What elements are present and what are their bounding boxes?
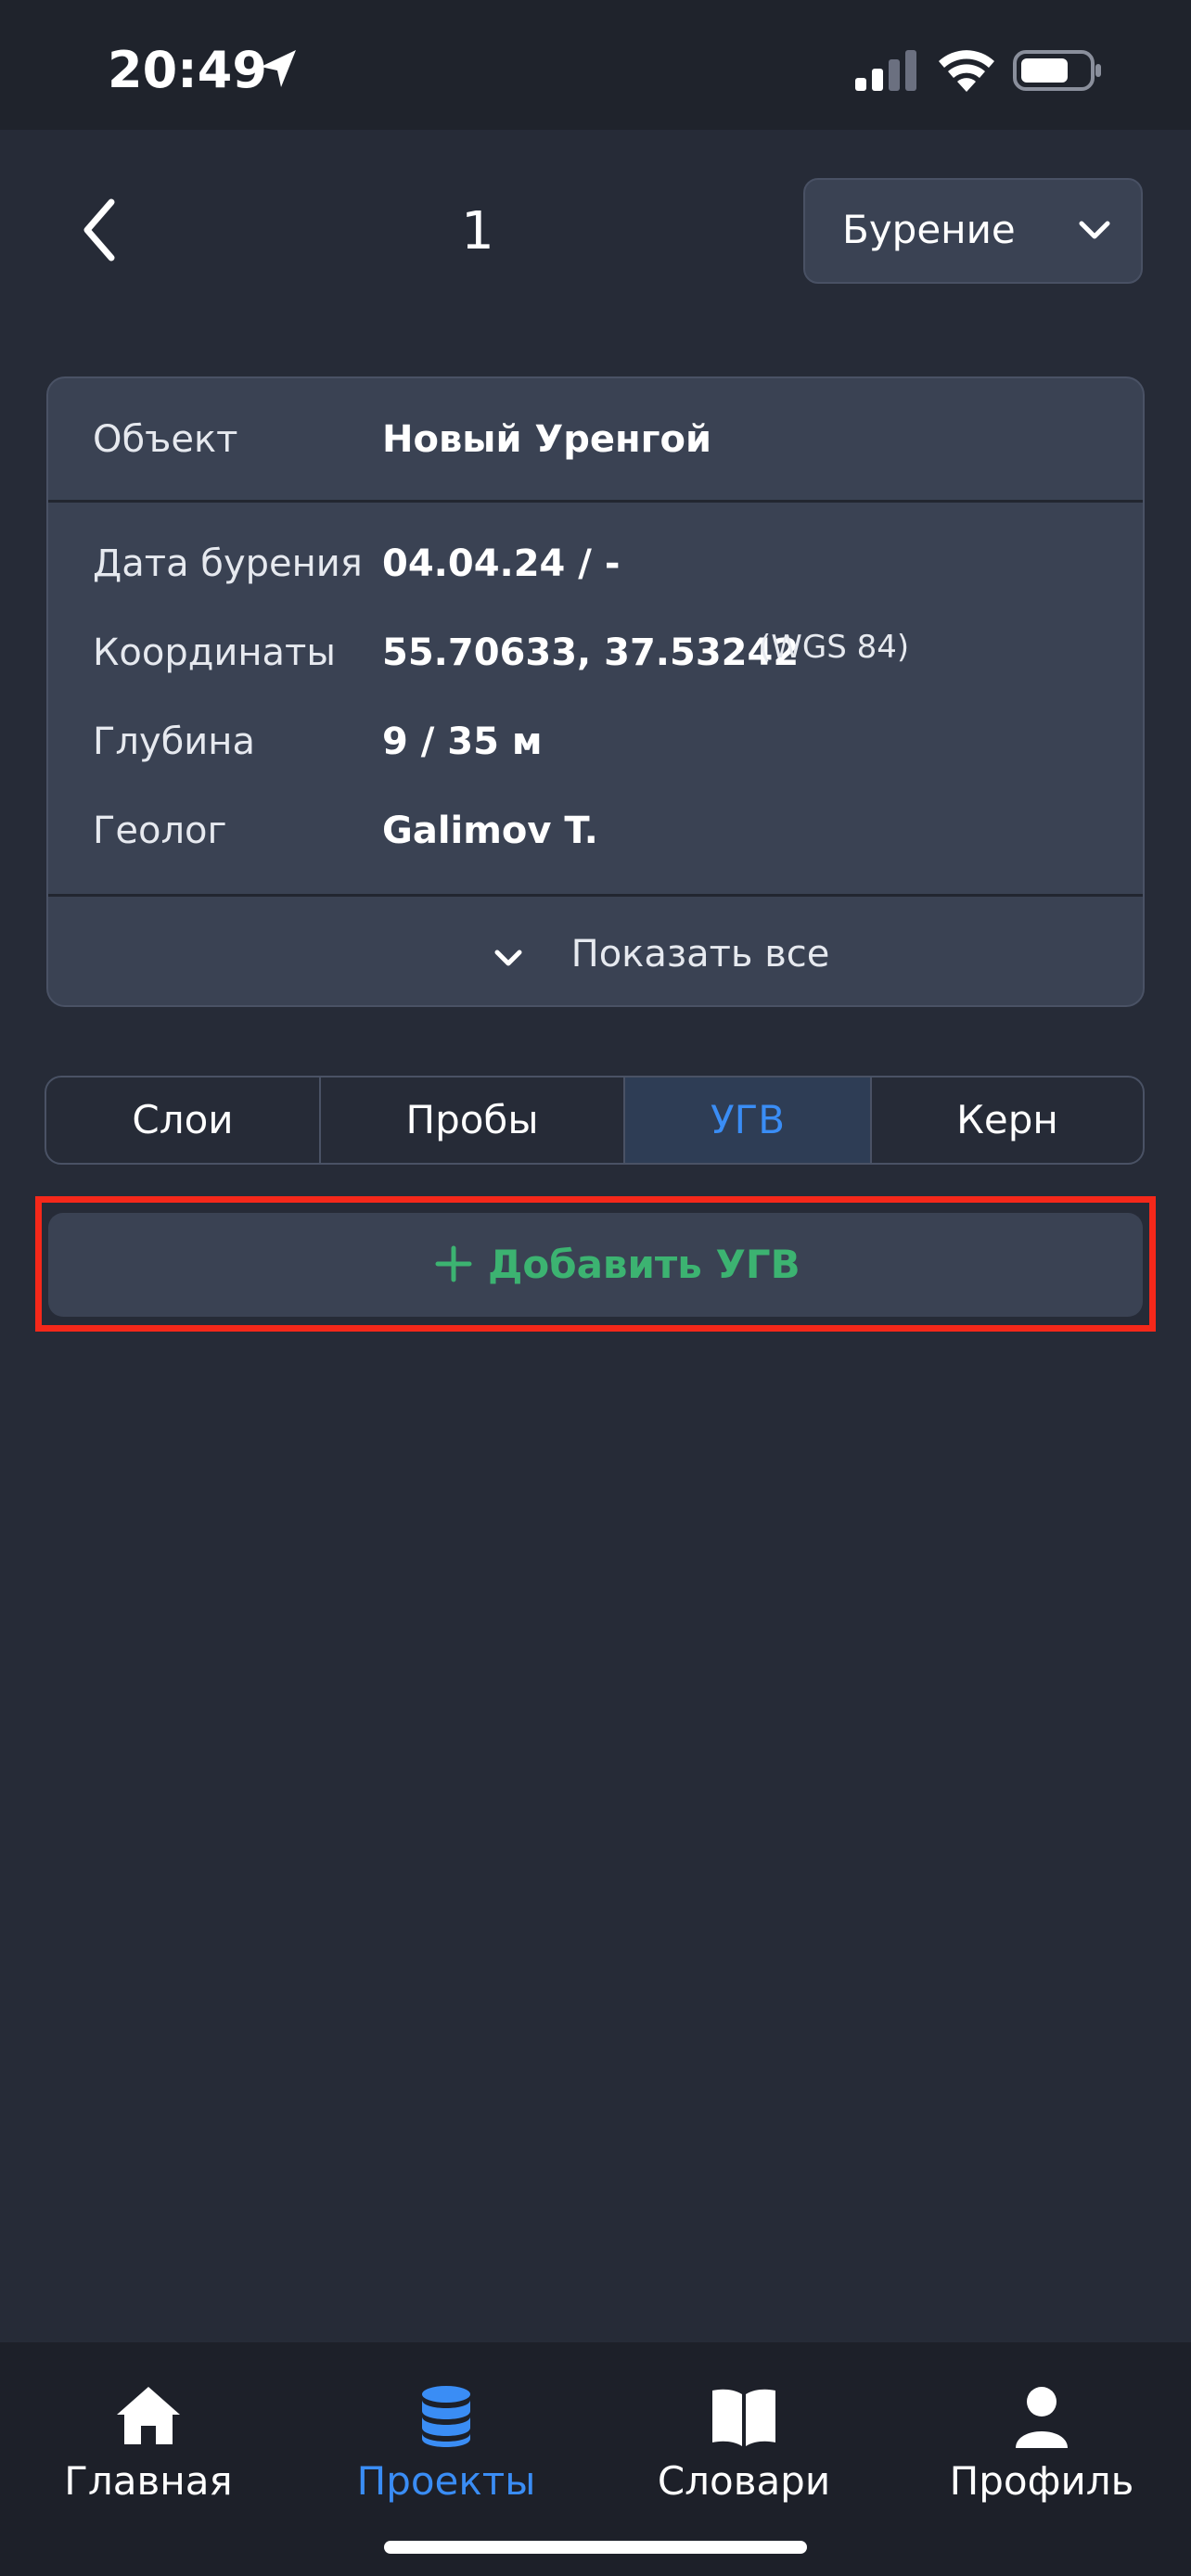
location-arrow-icon xyxy=(261,50,296,87)
back-chevron-icon[interactable] xyxy=(74,195,126,265)
wifi-icon xyxy=(939,50,994,92)
add-groundwater-label: Добавить УГВ xyxy=(488,1242,800,1287)
battery-icon xyxy=(1013,50,1101,91)
tabbar-item-home[interactable]: Главная xyxy=(0,2374,297,2522)
drilling-date-label: Дата бурения xyxy=(93,542,363,585)
geologist-value: Galimov T. xyxy=(382,810,598,852)
borehole-info-card: Объект Новый Уренгой Дата бурения 04.04.… xyxy=(46,376,1145,1007)
home-icon xyxy=(117,2387,180,2444)
cellular-signal-icon xyxy=(855,50,916,91)
tabbar-item-profile[interactable]: Профиль xyxy=(893,2374,1190,2522)
chevron-down-icon xyxy=(494,950,522,966)
tab-samples[interactable]: Пробы xyxy=(321,1078,623,1163)
mode-select-value: Бурение xyxy=(842,207,1016,252)
object-row: Объект Новый Уренгой xyxy=(48,378,1143,503)
tabbar-label-profile: Профиль xyxy=(949,2458,1134,2504)
drilling-date-value: 04.04.24 / - xyxy=(382,542,621,585)
tab-layers[interactable]: Слои xyxy=(46,1078,319,1163)
coordinates-label: Координаты xyxy=(93,631,336,674)
tabbar-item-dictionaries[interactable]: Словари xyxy=(596,2374,892,2522)
database-icon xyxy=(422,2386,470,2447)
object-label: Объект xyxy=(93,418,238,461)
tabbar-label-dictionaries: Словари xyxy=(657,2458,831,2504)
geologist-label: Геолог xyxy=(93,810,227,852)
home-indicator xyxy=(384,2541,807,2554)
tabbar-label-home: Главная xyxy=(64,2458,233,2504)
book-icon xyxy=(712,2389,775,2446)
tabbar-item-projects[interactable]: Проекты xyxy=(298,2374,595,2522)
page-title: 1 xyxy=(461,201,494,261)
coordinates-value: 55.70633, 37.53242 xyxy=(382,631,800,674)
show-all-label: Показать все xyxy=(570,933,830,976)
user-icon xyxy=(1016,2387,1068,2448)
status-time: 20:49 xyxy=(108,41,267,99)
tab-groundwater[interactable]: УГВ xyxy=(625,1078,870,1163)
plus-icon xyxy=(435,1245,472,1282)
segmented-tabs: Слои Пробы УГВ Керн xyxy=(45,1076,1145,1165)
depth-label: Глубина xyxy=(93,721,255,763)
coordinates-crs: (WGS 84) xyxy=(759,629,910,666)
status-bar: 20:49 xyxy=(0,0,1191,130)
object-value: Новый Уренгой xyxy=(382,418,712,461)
depth-value: 9 / 35 м xyxy=(382,721,543,763)
mode-select[interactable]: Бурение xyxy=(803,178,1143,284)
add-groundwater-button[interactable]: Добавить УГВ xyxy=(48,1213,1143,1317)
tab-core[interactable]: Керн xyxy=(872,1078,1143,1163)
show-all-button[interactable]: Показать все xyxy=(48,894,1143,1005)
chevron-down-icon xyxy=(1079,221,1110,239)
tabbar-label-projects: Проекты xyxy=(356,2458,536,2504)
